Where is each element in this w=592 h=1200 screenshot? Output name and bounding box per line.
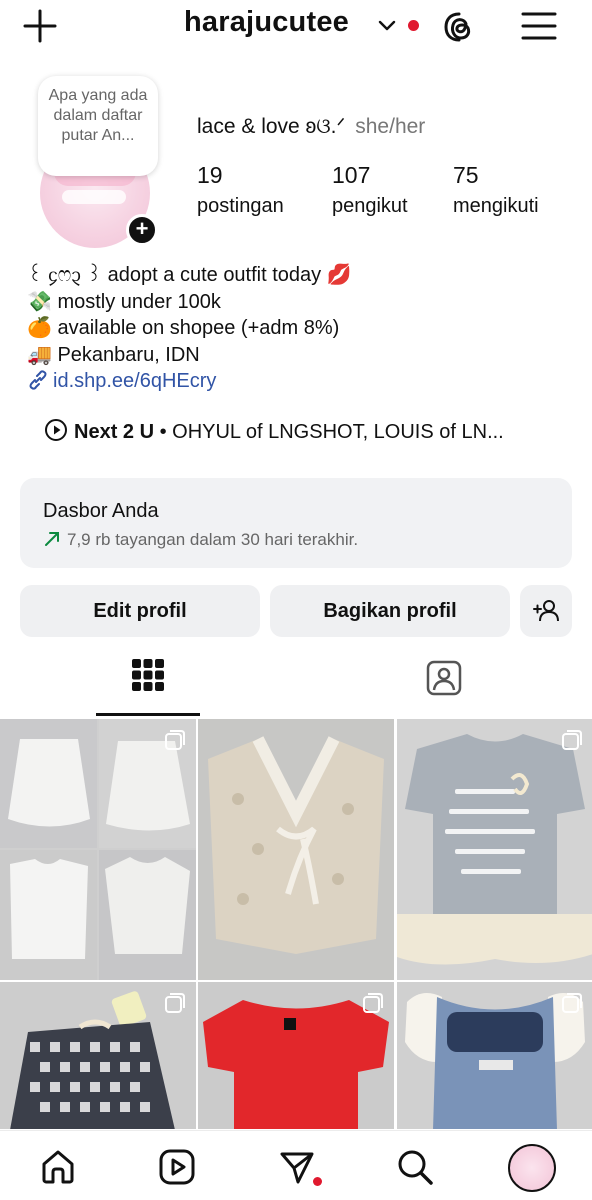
post-thumbnail[interactable] — [0, 719, 196, 980]
grid-icon[interactable] — [131, 658, 165, 692]
post-image — [198, 719, 394, 980]
profile-music[interactable]: Next 2 U • OHYUL of LNGSHOT, LOUIS of LN… — [44, 418, 504, 444]
stat-followers-value: 107 — [332, 162, 371, 188]
bio-link-row[interactable]: id.shp.ee/6qHEcry — [27, 368, 577, 395]
stat-posts-value: 19 — [197, 162, 223, 188]
username-title[interactable]: harajucutee — [184, 6, 349, 39]
add-person-icon — [533, 600, 559, 622]
stat-following-label: mengikuti — [453, 195, 539, 217]
display-name: lace & love ʚଓ.ᐟ — [197, 115, 346, 138]
discover-people-button[interactable] — [520, 585, 572, 637]
stat-posts[interactable]: 19 postingan — [197, 162, 284, 218]
bio-line: 💸 mostly under 100k — [27, 290, 221, 313]
music-title: Next 2 U — [74, 421, 155, 443]
professional-dashboard[interactable]: Dasbor Anda 7,9 rb tayangan dalam 30 har… — [20, 478, 572, 568]
top-bar: harajucutee — [0, 0, 592, 52]
stat-following-value: 75 — [453, 162, 479, 188]
tagged-icon[interactable] — [425, 659, 463, 697]
post-thumbnail[interactable] — [198, 719, 394, 980]
trend-up-icon — [45, 532, 59, 546]
profile-stats: 19 postingan 107 pengikut 75 mengikuti — [197, 162, 567, 222]
post-image — [0, 719, 196, 980]
share-profile-button[interactable]: Bagikan profil — [270, 585, 510, 637]
reels-icon[interactable] — [158, 1148, 196, 1186]
post-thumbnail[interactable] — [0, 982, 196, 1129]
posts-grid — [0, 719, 592, 1129]
bio-link[interactable]: id.shp.ee/6qHEcry — [53, 370, 216, 392]
post-thumbnail[interactable] — [397, 982, 592, 1129]
carousel-icon — [562, 993, 582, 1013]
stat-followers-label: pengikut — [332, 195, 408, 217]
notification-dot — [408, 20, 419, 31]
play-circle-icon — [45, 419, 67, 441]
menu-icon[interactable] — [520, 8, 558, 44]
notification-dot — [313, 1177, 322, 1186]
dashboard-views: 7,9 rb tayangan dalam 30 hari terakhir. — [67, 530, 359, 549]
post-thumbnail[interactable] — [397, 719, 592, 980]
profile-avatar-area[interactable]: Apa yang ada dalam daftar putar An... + — [38, 76, 158, 248]
bottom-nav — [0, 1130, 592, 1200]
stat-posts-label: postingan — [197, 195, 284, 217]
chevron-down-icon[interactable] — [377, 15, 397, 35]
post-thumbnail[interactable] — [198, 982, 394, 1129]
carousel-icon — [562, 730, 582, 750]
home-icon[interactable] — [39, 1148, 77, 1186]
dashboard-subtitle: 7,9 rb tayangan dalam 30 hari terakhir. — [43, 530, 358, 550]
stat-following[interactable]: 75 mengikuti — [453, 162, 539, 218]
profile-avatar[interactable] — [508, 1144, 556, 1192]
bio-line: ꒰ ᧔ෆ᧓ ꒱ adopt a cute outfit today 💋 — [27, 264, 352, 286]
search-icon[interactable] — [396, 1148, 434, 1186]
profile-name-row: lace & love ʚଓ.ᐟ she/her — [197, 114, 425, 139]
stat-followers[interactable]: 107 pengikut — [332, 162, 408, 218]
profile-tabs — [0, 650, 592, 718]
add-story-button[interactable]: + — [126, 214, 158, 246]
threads-icon[interactable] — [441, 9, 477, 45]
carousel-icon — [165, 993, 185, 1013]
plus-icon[interactable] — [22, 8, 58, 44]
dashboard-title: Dasbor Anda — [43, 500, 159, 522]
link-icon — [29, 370, 47, 390]
post-image — [397, 719, 592, 980]
pronouns: she/her — [355, 115, 426, 138]
profile-bio: ꒰ ᧔ෆ᧓ ꒱ adopt a cute outfit today 💋 💸 mo… — [27, 262, 577, 395]
carousel-icon — [363, 993, 383, 1013]
avatar-decoration — [62, 190, 126, 204]
edit-profile-button[interactable]: Edit profil — [20, 585, 260, 637]
active-tab-indicator — [96, 713, 200, 716]
music-artists: • OHYUL of LNGSHOT, LOUIS of LN... — [159, 421, 504, 443]
direct-icon[interactable] — [278, 1148, 316, 1186]
note-bubble[interactable]: Apa yang ada dalam daftar putar An... — [38, 76, 158, 176]
bio-line: 🍊 available on shopee (+adm 8%) — [27, 317, 340, 339]
carousel-icon — [165, 730, 185, 750]
bio-line: 🚚 Pekanbaru, IDN — [27, 343, 200, 366]
